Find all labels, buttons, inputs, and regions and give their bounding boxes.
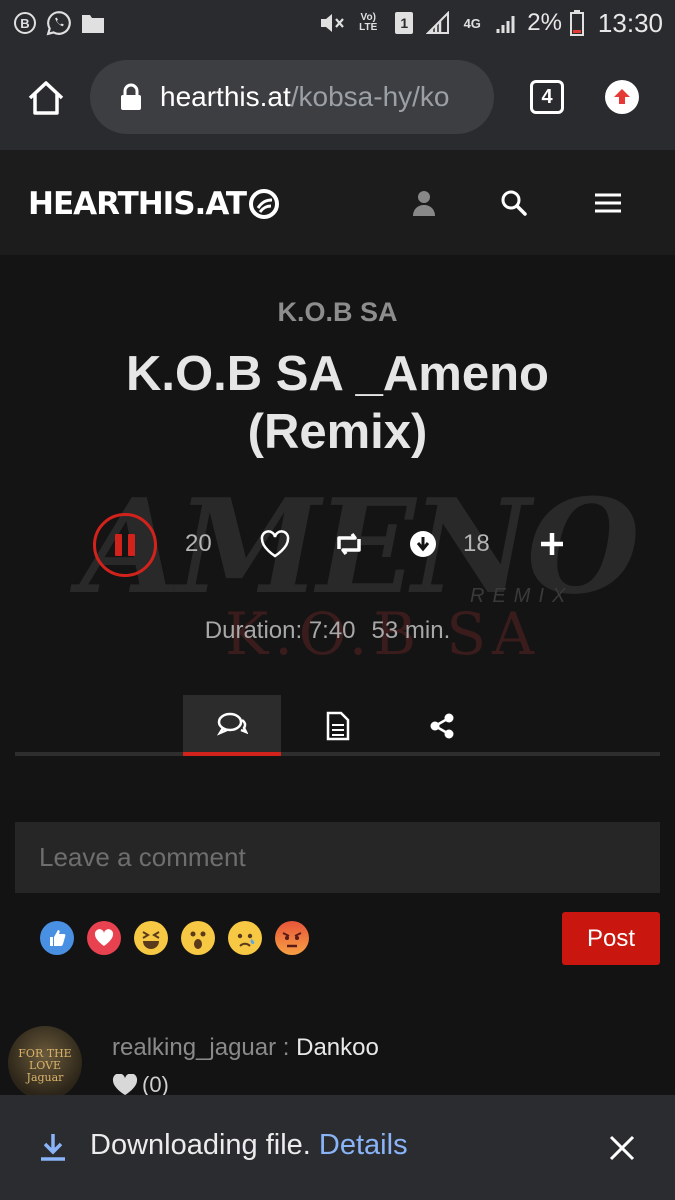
like-reaction[interactable]	[40, 921, 74, 955]
document-icon	[326, 711, 350, 740]
download-button[interactable]	[406, 527, 440, 561]
plus-icon	[541, 533, 563, 555]
close-snackbar-button[interactable]	[605, 1131, 639, 1165]
update-arrow-icon	[614, 89, 630, 104]
track-title: K.O.B SA _Ameno (Remix)	[126, 347, 549, 459]
download-count: 18	[463, 530, 490, 557]
repost-icon	[337, 532, 361, 556]
home-icon	[28, 81, 64, 115]
mute-icon	[319, 10, 345, 36]
4g-icon: 4G	[463, 15, 481, 31]
avatar-caption: FOR THE LOVE Jaguar	[18, 1047, 72, 1084]
add-to-playlist-button[interactable]	[535, 527, 569, 561]
heart-icon	[260, 530, 290, 558]
tab-count: 4	[541, 85, 553, 108]
love-reaction[interactable]	[87, 921, 121, 955]
player-controls: 20 18	[0, 510, 675, 580]
whatsapp-icon	[46, 10, 72, 36]
reaction-picker	[40, 921, 309, 955]
download-circle-icon	[410, 531, 436, 557]
repost-button[interactable]	[332, 527, 366, 561]
update-button[interactable]	[605, 80, 639, 114]
address-bar[interactable]: hearthis.at/kobsa-hy/ko	[90, 60, 494, 134]
post-button[interactable]: Post	[562, 912, 660, 965]
play-count: 20	[185, 530, 212, 557]
signal-icon	[425, 10, 451, 36]
battery-icon	[569, 10, 584, 36]
close-icon	[609, 1135, 635, 1161]
tab-description[interactable]	[289, 695, 387, 756]
user-account-button[interactable]	[407, 186, 441, 220]
signal-icon-2	[493, 10, 519, 36]
comment-text: Dankoo	[296, 1034, 379, 1061]
like-button[interactable]	[258, 527, 292, 561]
b-badge-icon: B	[12, 10, 38, 36]
sad-reaction[interactable]	[228, 921, 262, 955]
comment-input[interactable]	[15, 822, 660, 893]
browser-toolbar: hearthis.at/kobsa-hy/ko 4	[0, 46, 675, 150]
download-icon	[41, 1134, 65, 1161]
tab-switcher-button[interactable]: 4	[530, 80, 564, 114]
logo-swirl-icon	[249, 189, 280, 219]
track-artist[interactable]: K.O.B SA	[0, 297, 675, 328]
track-age: 53 min.	[371, 617, 451, 644]
battery-percent: 2%	[527, 9, 562, 36]
pause-button[interactable]	[93, 513, 157, 577]
status-bar: B Vo) LTE 1 4G 2% 13:30	[0, 0, 675, 46]
svg-text:B: B	[20, 16, 29, 31]
download-snackbar: Downloading file. Details	[0, 1095, 675, 1200]
pause-icon	[115, 534, 122, 556]
sim1-icon: 1	[391, 10, 417, 36]
site-header: HEARTHIS.AT	[0, 150, 675, 255]
search-button[interactable]	[497, 186, 531, 220]
wow-reaction[interactable]	[181, 921, 215, 955]
hamburger-icon	[595, 193, 621, 213]
track-duration: Duration: 7:40	[204, 617, 356, 644]
track-meta: Duration: 7:40 53 min.	[0, 617, 655, 645]
lock-icon	[121, 83, 141, 110]
comment-item: FOR THE LOVE Jaguar realking_jaguar : Da…	[8, 1026, 658, 1106]
track-hero: AMENO REMIX K.O.B SA K.O.B SA K.O.B SA _…	[0, 255, 675, 800]
comment-username[interactable]: realking_jaguar	[112, 1034, 276, 1061]
share-icon	[430, 713, 454, 738]
track-tabs	[15, 695, 660, 761]
volte-icon: Vo) LTE	[359, 12, 378, 33]
angry-reaction[interactable]	[275, 921, 309, 955]
url-text: hearthis.at/kobsa-hy/ko	[160, 81, 450, 112]
comment-separator: :	[282, 1034, 290, 1061]
search-icon	[501, 190, 527, 216]
menu-button[interactable]	[591, 186, 625, 220]
laugh-reaction[interactable]	[134, 921, 168, 955]
clock: 13:30	[597, 7, 663, 38]
comments-icon	[216, 712, 248, 736]
site-logo[interactable]: HEARTHIS.AT	[28, 184, 280, 224]
download-message: Downloading file. Details	[90, 1129, 408, 1161]
folder-icon	[80, 10, 106, 36]
download-details-link[interactable]: Details	[319, 1129, 408, 1161]
tab-comments[interactable]	[183, 695, 281, 756]
comment-line: realking_jaguar : Dankoo	[112, 1034, 379, 1062]
home-button[interactable]	[22, 76, 70, 120]
heart-filled-icon	[112, 1074, 138, 1095]
avatar[interactable]: FOR THE LOVE Jaguar	[8, 1026, 82, 1100]
user-icon	[413, 191, 435, 216]
tab-share[interactable]	[393, 695, 491, 756]
